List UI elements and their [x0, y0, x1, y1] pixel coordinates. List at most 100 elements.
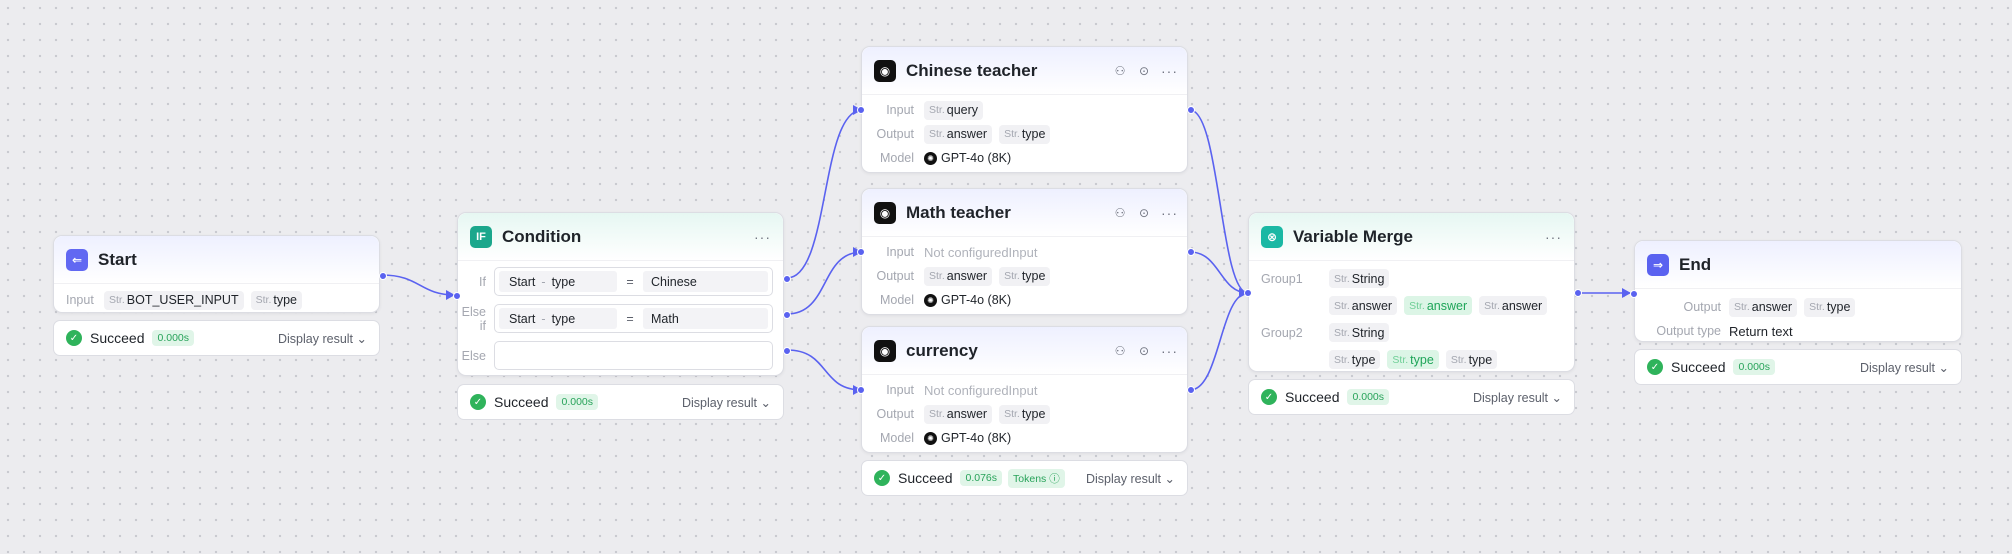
openai-icon: ✺ — [924, 431, 937, 445]
condition-result-bar: ✓ Succeed 0.000s Display result ⌄ — [457, 384, 784, 420]
group-type-tag: Str. String — [1329, 323, 1390, 342]
end-result-bar: ✓ Succeed 0.000s Display result ⌄ — [1634, 349, 1962, 385]
start-output-port[interactable] — [379, 272, 387, 280]
start-node[interactable]: ⇐ Start Input Str. BOT_USER_INPUT Str. typ… — [53, 235, 387, 313]
if-icon: IF — [470, 225, 492, 248]
run-icon[interactable]: ⊙ — [1137, 64, 1151, 78]
condition-branch-else[interactable]: Else — [458, 337, 773, 374]
check-circle-icon: ✓ — [1261, 389, 1277, 405]
run-icon[interactable]: ⊙ — [1137, 344, 1151, 358]
end-node-title: End — [1679, 254, 1712, 274]
condition-if-port[interactable] — [783, 275, 791, 283]
llm-output-port[interactable] — [1187, 106, 1195, 114]
condition-elseif-port[interactable] — [783, 311, 791, 319]
condition-else-box[interactable] — [494, 341, 773, 370]
display-result-button[interactable]: Display result ⌄ — [278, 331, 367, 346]
condition-value[interactable]: Chinese — [643, 271, 768, 292]
condition-variable[interactable]: Start - type — [499, 308, 617, 329]
llm-node-chinese-teacher[interactable]: ◉ Chinese teacher ⚇ ⊙ ··· Input Str. quer… — [857, 46, 1195, 173]
start-node-header[interactable]: ⇐ Start — [54, 236, 379, 284]
merge-var-tag: Str. answer — [1329, 296, 1398, 315]
output-tag: Str. type — [999, 404, 1051, 424]
condition-expression[interactable]: Start - type = Math — [494, 304, 773, 333]
llm-input-port[interactable] — [857, 106, 865, 114]
chevron-down-icon: ⌄ — [1164, 471, 1175, 486]
display-result-button[interactable]: Display result ⌄ — [1860, 360, 1949, 375]
merge-var-tag-active: Str. type — [1387, 350, 1439, 369]
bot-icon: ◉ — [874, 201, 896, 224]
llm-output-port[interactable] — [1187, 386, 1195, 394]
llm-input-port[interactable] — [857, 386, 865, 394]
start-param-tag: Str. type — [250, 290, 303, 310]
status-text: Succeed — [1285, 389, 1340, 405]
display-result-button[interactable]: Display result ⌄ — [1086, 471, 1175, 486]
debug-icon[interactable]: ⚇ — [1113, 206, 1127, 220]
merge-var-tag-active: Str. answer — [1404, 296, 1473, 315]
more-options-icon[interactable]: ··· — [1161, 63, 1177, 79]
start-input-label: Input — [66, 293, 94, 307]
llm-node-header[interactable]: ◉ Math teacher ⚇ ⊙ ··· — [862, 189, 1187, 237]
condition-variable[interactable]: Start - type — [499, 271, 617, 292]
condition-operator[interactable]: = — [617, 275, 643, 289]
merge-output-port[interactable] — [1574, 289, 1582, 297]
bot-icon: ◉ — [874, 339, 896, 362]
merge-node-header[interactable]: ⊗ Variable Merge ··· — [1249, 213, 1574, 261]
tokens-badge[interactable]: Tokens ⓘ — [1008, 468, 1065, 488]
condition-operator[interactable]: = — [617, 312, 643, 326]
llm-input-port[interactable] — [857, 248, 865, 256]
llm-node-title: currency — [906, 340, 978, 360]
condition-branch-elseif[interactable]: Else if Start - type = Math — [458, 300, 773, 337]
merge-var-tag: Str. answer — [1479, 296, 1548, 315]
status-text: Succeed — [90, 330, 145, 346]
bot-icon: ◉ — [874, 59, 896, 82]
time-badge: 0.000s — [152, 330, 195, 346]
group1-label: Group1 — [1261, 271, 1303, 286]
display-result-button[interactable]: Display result ⌄ — [682, 395, 771, 410]
more-options-icon[interactable]: ··· — [1545, 229, 1562, 245]
llm-node-currency[interactable]: ◉ currency ⚇ ⊙ ··· Input Not configuredI… — [857, 326, 1195, 453]
more-options-icon[interactable]: ··· — [754, 229, 771, 245]
status-text: Succeed — [494, 394, 549, 410]
llm-output-port[interactable] — [1187, 248, 1195, 256]
check-circle-icon: ✓ — [874, 470, 890, 486]
openai-icon: ✺ — [924, 151, 937, 165]
merge-var-tag: Str. type — [1329, 350, 1381, 369]
more-options-icon[interactable]: ··· — [1161, 205, 1177, 221]
chevron-down-icon: ⌄ — [1938, 360, 1949, 375]
output-type-value: Return text — [1729, 323, 1793, 339]
start-icon: ⇐ — [66, 248, 88, 271]
model-name: GPT-4o (8K) — [941, 293, 1012, 307]
end-input-port[interactable] — [1630, 290, 1638, 298]
merge-node-title: Variable Merge — [1293, 226, 1414, 246]
time-badge: 0.000s — [556, 394, 599, 410]
output-tag: Str. type — [999, 124, 1051, 144]
time-badge: 0.000s — [1347, 389, 1390, 405]
output-tag: Str. type — [1804, 297, 1856, 317]
debug-icon[interactable]: ⚇ — [1113, 344, 1127, 358]
condition-node-header[interactable]: IF Condition ··· — [458, 213, 783, 261]
condition-branch-if[interactable]: If Start - type = Chinese — [458, 263, 773, 300]
output-tag: Str. answer — [924, 404, 993, 424]
condition-else-port[interactable] — [783, 347, 791, 355]
condition-value[interactable]: Math — [643, 308, 768, 329]
end-node[interactable]: ⇒ End Output Str. answer Str. type Output … — [1630, 240, 1962, 342]
input-tag: Str. query — [924, 100, 984, 120]
condition-expression[interactable]: Start - type = Chinese — [494, 267, 773, 296]
condition-input-port[interactable] — [453, 292, 461, 300]
merge-var-tag: Str. type — [1445, 350, 1498, 369]
time-badge: 0.000s — [1733, 359, 1776, 375]
variable-merge-node[interactable]: ⊗ Variable Merge ··· Group1 Str. String S… — [1244, 212, 1582, 372]
more-options-icon[interactable]: ··· — [1161, 343, 1177, 359]
llm-node-header[interactable]: ◉ Chinese teacher ⚇ ⊙ ··· — [862, 47, 1187, 95]
merge-input-port[interactable] — [1244, 289, 1252, 297]
chevron-down-icon: ⌄ — [760, 395, 771, 410]
run-icon[interactable]: ⊙ — [1137, 206, 1151, 220]
debug-icon[interactable]: ⚇ — [1113, 64, 1127, 78]
merge-result-bar: ✓ Succeed 0.000s Display result ⌄ — [1248, 379, 1575, 415]
llm-node-math-teacher[interactable]: ◉ Math teacher ⚇ ⊙ ··· Input Not configu… — [857, 188, 1195, 315]
end-node-header[interactable]: ⇒ End — [1635, 241, 1961, 289]
model-name: GPT-4o (8K) — [941, 151, 1012, 165]
llm-node-header[interactable]: ◉ currency ⚇ ⊙ ··· — [862, 327, 1187, 375]
condition-node[interactable]: IF Condition ··· If Start - type = Chinese… — [453, 212, 791, 376]
display-result-button[interactable]: Display result ⌄ — [1473, 390, 1562, 405]
